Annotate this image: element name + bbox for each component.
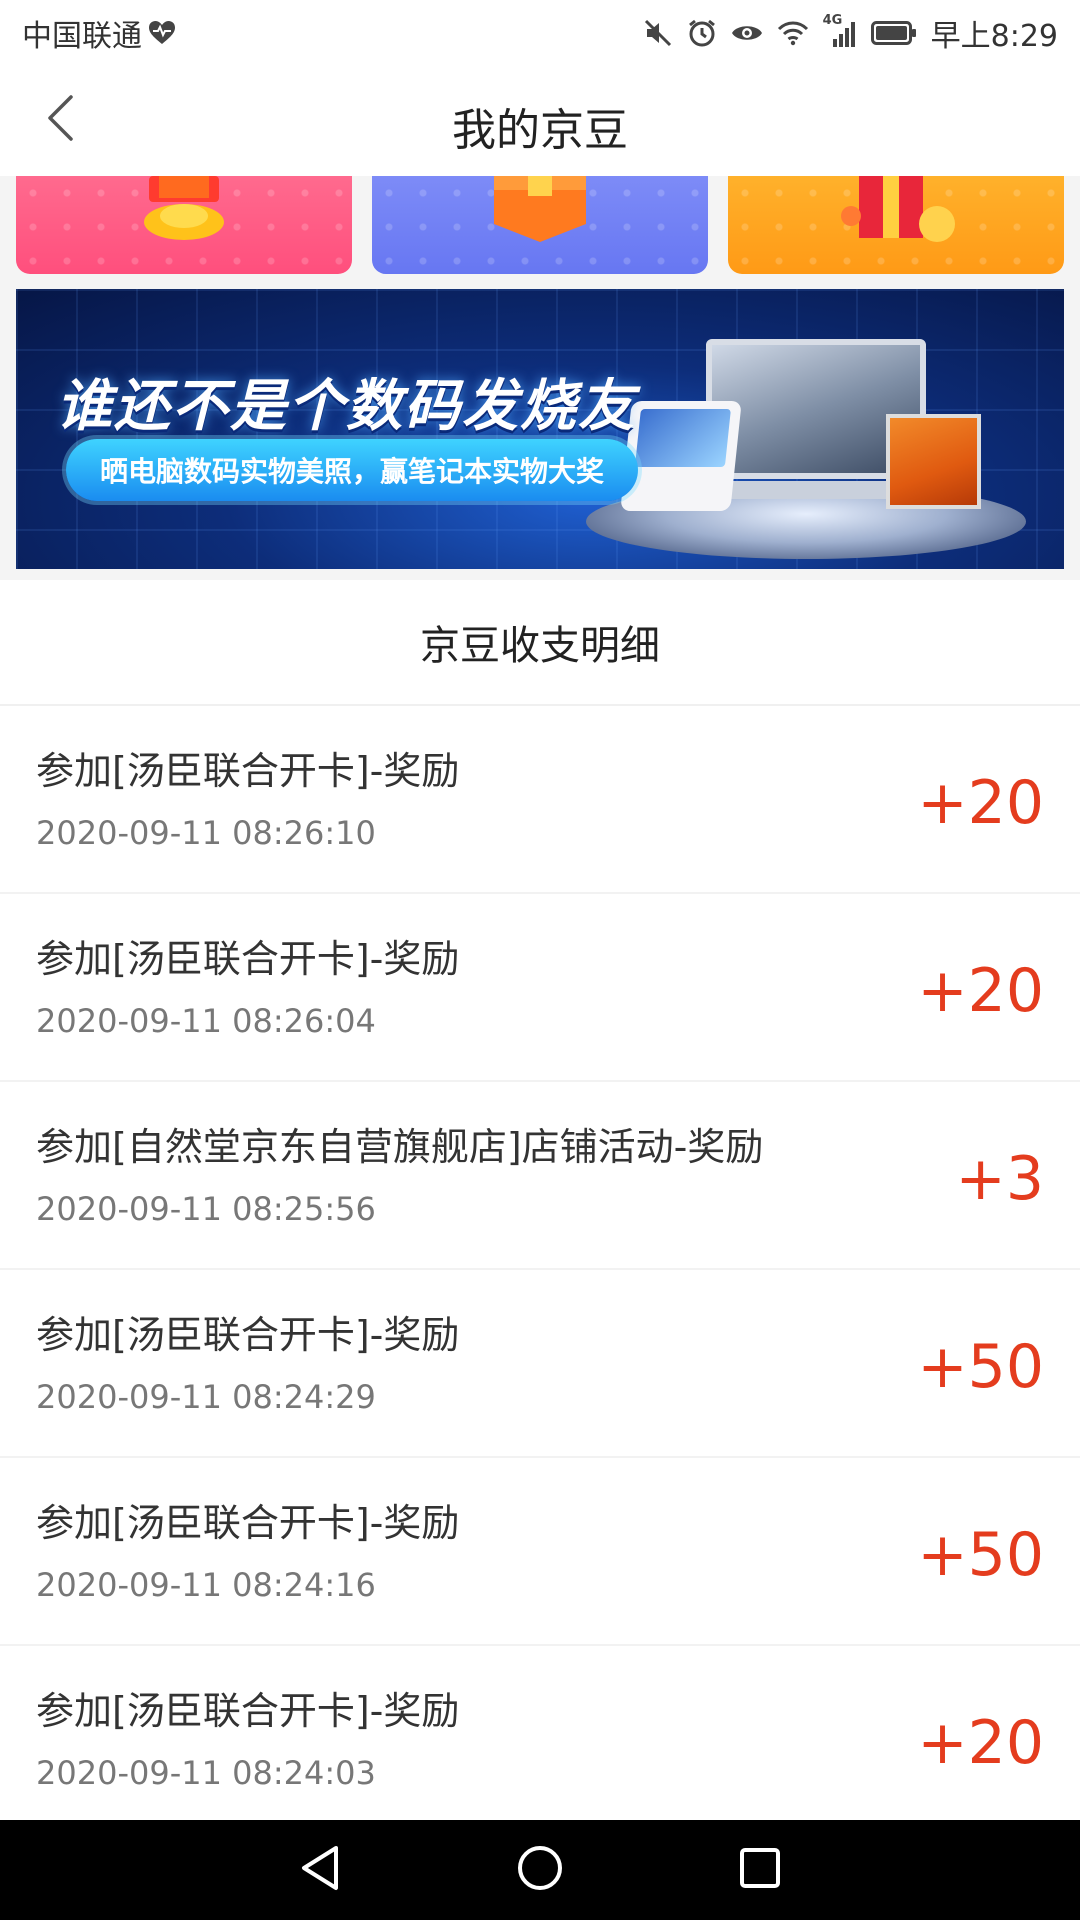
- banner-headline: 谁还不是个数码发烧友: [56, 374, 636, 439]
- list-item[interactable]: 参加[自然堂京东自营旗舰店]店铺活动-奖励 2020-09-11 08:25:5…: [0, 1082, 1080, 1270]
- status-right: 4G 早上8:29: [643, 11, 1058, 55]
- eye-icon: [731, 21, 763, 45]
- content-scroll[interactable]: 谁还不是个数码发烧友 晒电脑数码实物美照，赢笔记本实物大奖 京豆收支明细 参加[…: [0, 176, 1080, 1820]
- item-amount: +20: [917, 768, 1044, 838]
- item-title: 参加[汤臣联合开卡]-奖励: [36, 1689, 460, 1733]
- banner-subline: 晒电脑数码实物美照，赢笔记本实物大奖: [66, 439, 639, 501]
- back-triangle-icon: [298, 1844, 342, 1896]
- gift-box-icon: [841, 176, 955, 242]
- list-heading: 京豆收支明细: [0, 580, 1080, 706]
- status-left: 中国联通: [22, 11, 176, 55]
- item-amount: +3: [955, 1144, 1044, 1214]
- transaction-list: 参加[汤臣联合开卡]-奖励 2020-09-11 08:26:10 +20 参加…: [0, 706, 1080, 1820]
- promo-card-3[interactable]: [728, 176, 1064, 274]
- smart-display-image: [620, 401, 742, 511]
- treasure-box-icon: [494, 176, 586, 242]
- nav-home-button[interactable]: [505, 1835, 575, 1905]
- carrier-label: 中国联通: [22, 19, 142, 54]
- item-title: 参加[汤臣联合开卡]-奖励: [36, 749, 460, 793]
- recents-square-icon: [738, 1846, 782, 1894]
- list-item[interactable]: 参加[汤臣联合开卡]-奖励 2020-09-11 08:24:16 +50: [0, 1458, 1080, 1646]
- system-nav-bar: [0, 1820, 1080, 1920]
- item-title: 参加[自然堂京东自营旗舰店]店铺活动-奖励: [36, 1125, 764, 1169]
- item-title: 参加[汤臣联合开卡]-奖励: [36, 1313, 460, 1357]
- item-time: 2020-09-11 08:26:10: [36, 814, 376, 852]
- nav-back-button[interactable]: [285, 1835, 355, 1905]
- item-time: 2020-09-11 08:24:29: [36, 1378, 376, 1416]
- page-title: 我的京豆: [452, 105, 628, 156]
- item-title: 参加[汤臣联合开卡]-奖励: [36, 937, 460, 981]
- promo-banner[interactable]: 谁还不是个数码发烧友 晒电脑数码实物美照，赢笔记本实物大奖: [16, 289, 1064, 569]
- item-amount: +50: [917, 1332, 1044, 1402]
- cpu-box-image: [886, 414, 981, 509]
- battery-icon: [870, 21, 917, 45]
- signal-icon: 4G: [823, 13, 857, 47]
- promo-card-1[interactable]: [16, 176, 352, 274]
- item-amount: +20: [917, 1708, 1044, 1778]
- heart-health-icon: [148, 20, 176, 46]
- item-amount: +50: [917, 1520, 1044, 1590]
- promo-card-2[interactable]: [372, 176, 708, 274]
- item-time: 2020-09-11 08:26:04: [36, 1002, 376, 1040]
- list-item[interactable]: 参加[汤臣联合开卡]-奖励 2020-09-11 08:24:29 +50: [0, 1270, 1080, 1458]
- list-item[interactable]: 参加[汤臣联合开卡]-奖励 2020-09-11 08:26:10 +20: [0, 706, 1080, 894]
- item-amount: +20: [917, 956, 1044, 1026]
- status-bar: 中国联通 4G 早上8:29: [0, 0, 1080, 66]
- promo-cards: [16, 176, 1064, 274]
- list-item[interactable]: 参加[汤臣联合开卡]-奖励 2020-09-11 08:24:03 +20: [0, 1646, 1080, 1820]
- wifi-icon: [777, 20, 809, 46]
- clock: 早上8:29: [930, 19, 1058, 54]
- app-header: 我的京豆: [0, 66, 1080, 176]
- item-title: 参加[汤臣联合开卡]-奖励: [36, 1501, 460, 1545]
- list-item[interactable]: 参加[汤臣联合开卡]-奖励 2020-09-11 08:26:04 +20: [0, 894, 1080, 1082]
- nav-recents-button[interactable]: [725, 1835, 795, 1905]
- item-time: 2020-09-11 08:24:16: [36, 1566, 376, 1604]
- home-circle-icon: [516, 1844, 564, 1896]
- item-time: 2020-09-11 08:25:56: [36, 1190, 376, 1228]
- bean-detail-card: 京豆收支明细 参加[汤臣联合开卡]-奖励 2020-09-11 08:26:10…: [0, 580, 1080, 1820]
- mute-icon: [643, 18, 673, 48]
- gold-ingot-icon: [144, 176, 224, 240]
- item-time: 2020-09-11 08:24:03: [36, 1754, 376, 1792]
- network-type-label: 4G: [822, 13, 843, 28]
- alarm-icon: [687, 18, 717, 48]
